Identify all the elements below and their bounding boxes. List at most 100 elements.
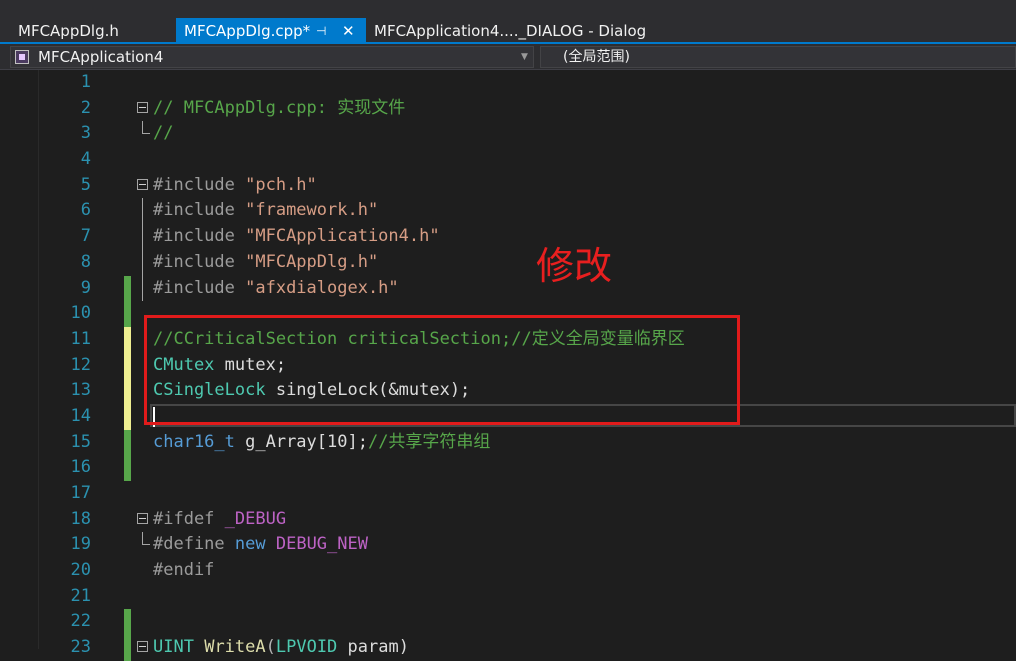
outline-guide-end bbox=[142, 121, 150, 135]
tab-dialog-resource[interactable]: MFCApplication4...._DIALOG - Dialog bbox=[366, 18, 656, 44]
collapse-icon[interactable] bbox=[137, 178, 148, 190]
code-token: #ifdef bbox=[153, 508, 225, 529]
code-token: LPVOID bbox=[275, 637, 338, 658]
saved-change-marker bbox=[124, 275, 131, 302]
tab-mfcappdlg-cpp[interactable]: MFCAppDlg.cpp* ⊣ ✕ bbox=[176, 18, 366, 44]
code-text: char16_t g_Array[10];//共享字符串组 bbox=[153, 430, 490, 456]
collapse-icon[interactable] bbox=[137, 641, 148, 653]
annotation-highlight-box bbox=[144, 315, 740, 425]
saved-change-marker bbox=[124, 635, 131, 661]
code-token: "framework.h" bbox=[245, 200, 379, 221]
code-line[interactable]: 8 #include "MFCAppDlg.h" bbox=[0, 249, 1016, 276]
collapse-icon[interactable] bbox=[137, 512, 148, 524]
code-line[interactable]: 9 #include "afxdialogex.h" bbox=[0, 275, 1016, 302]
line-number: 8 bbox=[80, 251, 91, 272]
code-token: DEBUG_NEW bbox=[275, 534, 368, 555]
line-number: 1 bbox=[80, 72, 91, 92]
pin-icon[interactable]: ⊣ bbox=[316, 18, 326, 44]
outline-guide-end bbox=[142, 532, 150, 546]
code-text: #endif bbox=[153, 558, 214, 584]
line-number: 9 bbox=[80, 277, 91, 298]
code-text: #define new DEBUG_NEW bbox=[153, 532, 368, 558]
code-token: #define bbox=[153, 534, 235, 555]
line-number: 18 bbox=[70, 508, 91, 529]
chevron-down-icon[interactable]: ▼ bbox=[521, 47, 528, 67]
navigation-bar: MFCApplication4 ▼ (全局范围) bbox=[0, 44, 1016, 70]
code-line[interactable]: 16 bbox=[0, 455, 1016, 481]
unsaved-change-marker bbox=[124, 326, 131, 353]
line-number: 14 bbox=[70, 405, 91, 426]
collapse-icon[interactable] bbox=[137, 101, 148, 113]
code-token: "afxdialogex.h" bbox=[245, 277, 399, 298]
code-token: param) bbox=[337, 637, 409, 658]
line-number: 16 bbox=[70, 457, 91, 478]
code-token: ( bbox=[265, 637, 276, 658]
unsaved-change-marker bbox=[124, 378, 131, 404]
code-text: #include "pch.h" bbox=[153, 173, 317, 199]
outline-guide bbox=[142, 224, 143, 250]
saved-change-marker bbox=[124, 455, 131, 481]
tab-label: MFCAppDlg.cpp* bbox=[184, 22, 311, 40]
code-text: // bbox=[153, 121, 173, 147]
line-number: 22 bbox=[70, 611, 91, 632]
unsaved-change-marker bbox=[124, 352, 131, 379]
project-dropdown[interactable]: MFCApplication4 ▼ bbox=[10, 46, 534, 68]
code-token: "pch.h" bbox=[245, 174, 317, 195]
code-text: #include "MFCAppDlg.h" bbox=[153, 250, 378, 276]
annotation-label: 修改 bbox=[536, 244, 613, 288]
code-line[interactable]: 22 bbox=[0, 609, 1016, 636]
unsaved-change-marker bbox=[124, 403, 131, 430]
code-line[interactable]: 18 #ifdef _DEBUG bbox=[0, 507, 1016, 533]
code-line[interactable]: 1 bbox=[0, 70, 1016, 96]
code-token: UINT bbox=[153, 637, 194, 658]
tab-mfcappdlg-h[interactable]: MFCAppDlg.h bbox=[10, 18, 174, 44]
code-text: #include "MFCApplication4.h" bbox=[153, 224, 440, 250]
tab-label: MFCAppDlg.h bbox=[18, 22, 119, 40]
scope-dropdown[interactable]: (全局范围) bbox=[540, 46, 1016, 68]
line-number: 5 bbox=[80, 174, 91, 195]
code-line[interactable]: 19 #define new DEBUG_NEW bbox=[0, 532, 1016, 558]
code-line[interactable]: 3 // bbox=[0, 121, 1016, 147]
code-token: #include bbox=[153, 174, 246, 195]
line-number: 10 bbox=[70, 303, 91, 324]
code-token: // bbox=[153, 123, 174, 144]
line-number: 19 bbox=[70, 534, 91, 555]
line-number: 13 bbox=[70, 380, 91, 401]
line-number: 21 bbox=[70, 585, 91, 606]
code-line[interactable]: 6 #include "framework.h" bbox=[0, 198, 1016, 225]
code-line[interactable]: 4 bbox=[0, 147, 1016, 173]
code-line[interactable]: 23 UINT WriteA(LPVOID param) bbox=[0, 635, 1016, 661]
code-line[interactable]: 7 #include "MFCApplication4.h" bbox=[0, 224, 1016, 250]
code-text: #include "framework.h" bbox=[153, 198, 378, 224]
project-name: MFCApplication4 bbox=[38, 48, 164, 66]
code-text: #ifdef _DEBUG bbox=[153, 507, 286, 533]
line-number: 20 bbox=[70, 560, 91, 581]
code-token: #endif bbox=[153, 560, 215, 581]
line-number: 12 bbox=[70, 354, 91, 375]
code-token: //共享字符串组 bbox=[367, 431, 491, 452]
code-line[interactable]: 20 #endif bbox=[0, 558, 1016, 584]
code-token: #include bbox=[153, 226, 246, 247]
code-token: #include bbox=[153, 200, 246, 221]
outline-guide bbox=[142, 249, 143, 276]
line-number: 4 bbox=[80, 149, 91, 170]
line-number: 17 bbox=[70, 483, 91, 503]
code-token: g_Array[10]; bbox=[234, 431, 368, 452]
outline-guide bbox=[142, 275, 143, 302]
code-line[interactable]: 2 // MFCAppDlg.cpp: 实现文件 bbox=[0, 96, 1016, 122]
line-number: 23 bbox=[70, 637, 91, 658]
close-icon[interactable]: ✕ bbox=[342, 18, 355, 44]
code-line[interactable]: 5 #include "pch.h" bbox=[0, 173, 1016, 199]
code-token: #include bbox=[153, 251, 246, 272]
saved-change-marker bbox=[124, 301, 131, 327]
code-token: char16_t bbox=[153, 431, 235, 452]
code-line[interactable]: 15 char16_t g_Array[10];//共享字符串组 bbox=[0, 429, 1016, 456]
line-number: 7 bbox=[80, 226, 91, 247]
code-line[interactable]: 17 bbox=[0, 481, 1016, 507]
project-icon bbox=[15, 50, 29, 64]
code-line[interactable]: 21 bbox=[0, 584, 1016, 610]
outline-guide bbox=[142, 198, 143, 225]
line-number: 11 bbox=[70, 328, 91, 349]
